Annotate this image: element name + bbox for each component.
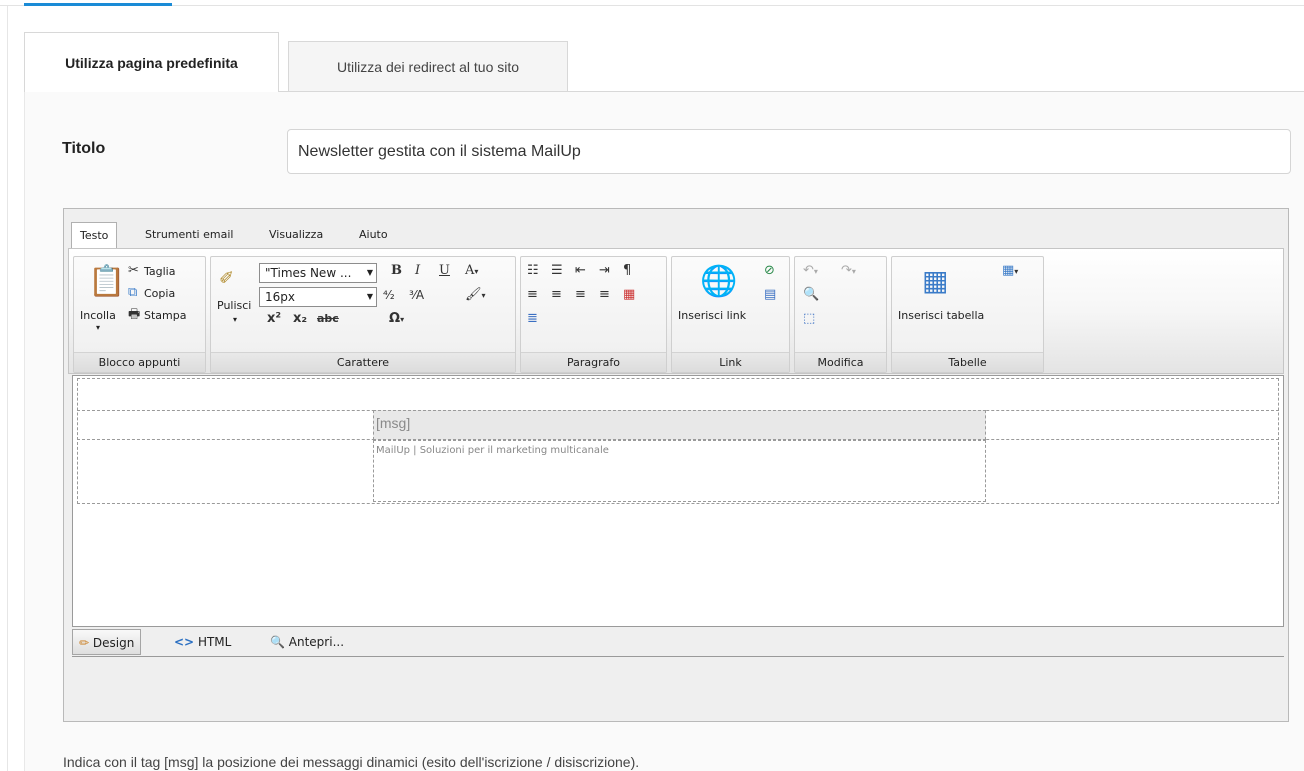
group-edit: ↶▾ ↷▾ 🔍 ⬚ Modifica	[794, 256, 887, 373]
msg-tag-hint: Indica con il tag [msg] la posizione dei…	[63, 754, 640, 770]
strikethrough-icon[interactable]: abc	[317, 311, 339, 327]
clean-button[interactable]: Pulisci	[217, 299, 251, 312]
copy-icon[interactable]: ⧉	[128, 285, 137, 301]
select-all-icon[interactable]: ⬚	[803, 311, 815, 327]
copy-button[interactable]: Copia	[144, 287, 175, 300]
pencil-icon: ✏	[79, 636, 90, 650]
msg-cell[interactable]: [msg]	[373, 410, 986, 440]
ribbon-tab-view[interactable]: Visualizza	[261, 222, 331, 249]
font-size-select[interactable]: 16px ▼	[259, 287, 377, 307]
globe-link-icon[interactable]: 🌐	[700, 265, 737, 299]
page-tabs: Utilizza pagina predefinita Utilizza dei…	[24, 32, 1304, 92]
insert-table-button[interactable]: Inserisci tabella	[898, 309, 984, 322]
group-label: Blocco appunti	[74, 352, 205, 372]
font-color-icon[interactable]: A▾	[465, 263, 478, 280]
clean-dropdown-icon[interactable]: ▾	[233, 315, 237, 324]
outdent-icon[interactable]: ⇤	[575, 263, 586, 279]
redo-icon[interactable]: ↷▾	[841, 263, 856, 280]
tab-default-page[interactable]: Utilizza pagina predefinita	[24, 32, 279, 92]
paste-icon[interactable]: 📋	[88, 265, 125, 299]
group-label: Modifica	[795, 352, 886, 372]
ribbon-tab-testo[interactable]: Testo	[71, 222, 118, 249]
group-label: Link	[672, 352, 789, 372]
code-icon: <>	[174, 635, 195, 649]
font-family-select[interactable]: "Times New ... ▼	[259, 263, 377, 283]
scissors-icon[interactable]: ✂	[128, 263, 139, 279]
editor-content-area[interactable]: [msg] MailUp | Soluzioni per il marketin…	[72, 375, 1284, 627]
eraser-icon[interactable]: ✐	[219, 270, 234, 288]
symbol-icon[interactable]: Ω▾	[389, 311, 404, 328]
undo-icon[interactable]: ↶▾	[803, 263, 818, 280]
left-border	[0, 6, 8, 771]
superscript-small-icon[interactable]: ⁴⁄₂	[383, 287, 395, 303]
anchor-icon[interactable]: ▤	[764, 287, 776, 303]
editor-mode-bar: ✏ Design <> HTML 🔍 Antepri...	[72, 627, 1284, 657]
align-left-icon[interactable]: ≡	[527, 287, 538, 303]
indent-icon[interactable]: ⇥	[599, 263, 610, 279]
tab-redirect[interactable]: Utilizza dei redirect al tuo sito	[288, 41, 568, 92]
magnifier-icon: 🔍	[270, 635, 285, 649]
cut-button[interactable]: Taglia	[144, 265, 175, 278]
paste-button[interactable]: Incolla	[80, 309, 116, 322]
group-label: Paragrafo	[521, 352, 666, 372]
highlight-icon[interactable]: 🖌▾	[465, 287, 486, 304]
group-clipboard: 📋 Incolla ▾ ✂ Taglia ⧉ Copia 🖶 Stampa Bl…	[73, 256, 206, 373]
ribbon-tab-help[interactable]: Aiuto	[351, 222, 396, 249]
numbered-list-icon[interactable]: ☰	[551, 263, 563, 279]
html-editor: Testo Strumenti email Visualizza Aiuto 📋…	[63, 208, 1289, 722]
paragraph-mark-icon[interactable]: ¶	[623, 263, 631, 279]
align-center-icon[interactable]: ≡	[551, 287, 562, 303]
align-right-icon[interactable]: ≡	[575, 287, 586, 303]
preview-mode-button[interactable]: 🔍 Antepri...	[264, 629, 350, 655]
top-divider	[0, 0, 1304, 6]
bullet-list-icon[interactable]: ☷	[527, 263, 539, 279]
title-input[interactable]	[287, 129, 1291, 174]
line-spacing-icon[interactable]: ≣	[527, 311, 538, 327]
bold-icon[interactable]: B	[391, 263, 402, 279]
printer-icon[interactable]: 🖶	[128, 307, 140, 323]
paste-dropdown-icon[interactable]: ▾	[96, 323, 100, 332]
remove-link-icon[interactable]: ⊘	[764, 263, 775, 279]
italic-icon[interactable]: I	[415, 263, 420, 279]
underline-icon[interactable]: U	[439, 263, 450, 279]
title-label: Titolo	[62, 140, 106, 157]
html-mode-button[interactable]: <> HTML	[168, 629, 237, 655]
group-link: 🌐 Inserisci link ⊘ ▤ Link	[671, 256, 790, 373]
insert-link-button[interactable]: Inserisci link	[678, 309, 746, 322]
group-label: Tabelle	[892, 352, 1043, 372]
insert-table-icon[interactable]: ▦	[922, 265, 948, 297]
footer-cell[interactable]: MailUp | Soluzioni per il marketing mult…	[373, 440, 986, 502]
subscript-icon[interactable]: x₂	[293, 311, 307, 327]
ribbon-toolbar: 📋 Incolla ▾ ✂ Taglia ⧉ Copia 🖶 Stampa Bl…	[68, 248, 1284, 374]
group-label: Carattere	[211, 352, 515, 372]
design-mode-button[interactable]: ✏ Design	[72, 629, 142, 655]
font-grow-icon[interactable]: ³⁄A	[409, 287, 424, 303]
ribbon-tab-email-tools[interactable]: Strumenti email	[137, 222, 241, 249]
group-font: ✐ Pulisci ▾ "Times New ... ▼ 16px ▼ B I U …	[210, 256, 516, 373]
group-paragraph: ☷ ☰ ⇤ ⇥ ¶ ≡ ≡ ≡ ≡ ▦ ≣ Paragrafo	[520, 256, 667, 373]
table-options-icon[interactable]: ▦▾	[1002, 263, 1018, 280]
group-tables: ▦ Inserisci tabella ▦▾ Tabelle	[891, 256, 1044, 373]
active-section-indicator	[24, 3, 172, 6]
styles-icon[interactable]: ▦	[623, 287, 635, 303]
find-icon[interactable]: 🔍	[803, 287, 819, 303]
print-button[interactable]: Stampa	[144, 309, 186, 322]
justify-icon[interactable]: ≡	[599, 287, 610, 303]
superscript-icon[interactable]: x²	[267, 311, 281, 327]
